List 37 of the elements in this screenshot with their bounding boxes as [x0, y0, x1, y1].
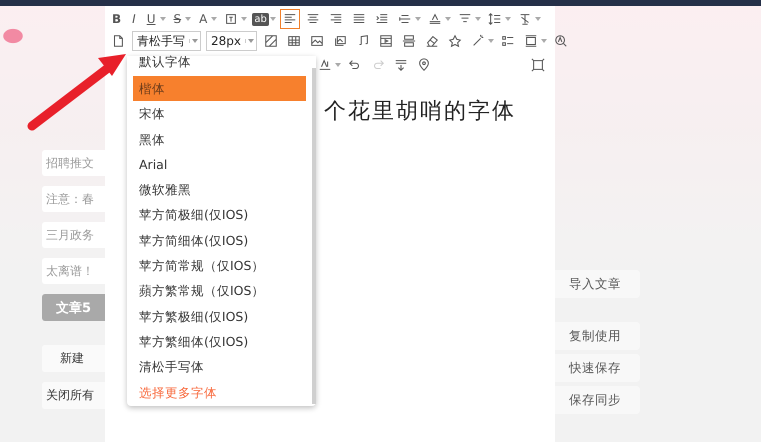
font-option[interactable]: 蘋方繁常规（仅IOS） [133, 278, 306, 304]
divider-icon[interactable] [400, 32, 418, 50]
petal-icon [2, 28, 24, 44]
action-button[interactable]: 导入文章 [555, 270, 640, 298]
font-option[interactable]: 微软雅黑 [133, 177, 306, 202]
toolbar-button[interactable]: ab [252, 12, 269, 26]
align-left-icon[interactable] [280, 10, 299, 28]
editor-text: 个花里胡哨的字体 [324, 99, 516, 124]
action-button[interactable]: 保存同步 [555, 386, 640, 414]
font-option[interactable]: 苹方简极细(仅IOS) [133, 202, 306, 228]
toolbar-button[interactable]: S [170, 10, 184, 28]
font-option[interactable]: 清松手写体 [133, 354, 306, 380]
select-field[interactable]: 青松手写 [132, 31, 201, 51]
font-option[interactable]: 宋体 [133, 101, 306, 127]
font-option[interactable]: 楷体 [133, 76, 306, 102]
font-option[interactable]: 黑体 [133, 126, 306, 152]
action-button[interactable]: 复制使用 [555, 322, 640, 350]
font-option[interactable]: 苹方简细体(仅IOS) [133, 228, 306, 254]
font-option[interactable]: 苹方简常规（仅IOS） [133, 253, 306, 278]
fullscreen-icon[interactable] [529, 56, 547, 74]
font-option[interactable]: 苹方繁极细(仅IOS) [133, 304, 306, 329]
caret-icon[interactable] [189, 39, 198, 43]
star-icon[interactable] [446, 32, 464, 50]
video-icon[interactable] [377, 32, 395, 50]
pattern-icon[interactable] [262, 32, 280, 50]
action-button[interactable]: 关闭所有 [42, 382, 105, 409]
font-option[interactable]: 苹方繁细体(仅IOS) [133, 328, 306, 354]
select-field[interactable]: 28px [206, 31, 257, 51]
font-option[interactable]: Arial [133, 152, 306, 178]
action-button[interactable]: 快速保存 [555, 354, 640, 382]
toolbar-button[interactable]: A [196, 10, 210, 28]
toolbar-button[interactable]: B [109, 10, 124, 28]
toolbar-button[interactable]: I [129, 10, 139, 28]
toolbar-button[interactable]: U [144, 10, 158, 28]
action-button[interactable]: 新建 [42, 345, 105, 372]
caret-icon[interactable] [245, 39, 254, 43]
font-option[interactable]: 默认字体 [133, 56, 306, 76]
